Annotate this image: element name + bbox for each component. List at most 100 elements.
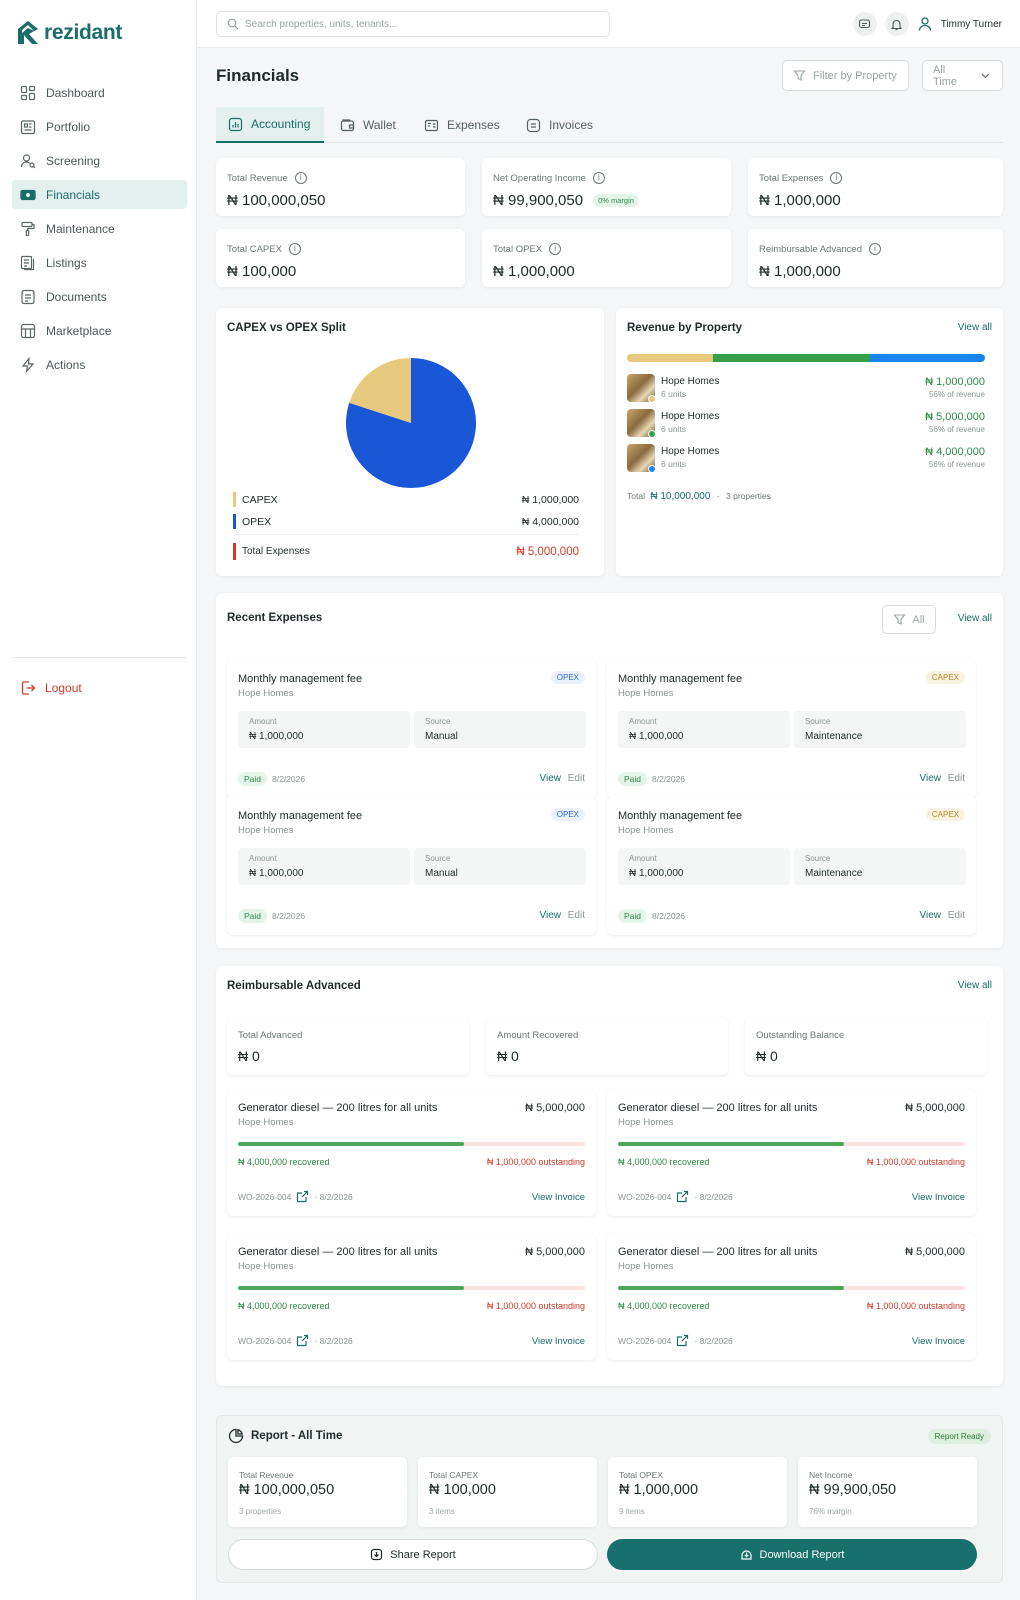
amount-value: ₦ 1,000,000 <box>629 731 684 742</box>
notifications-button[interactable] <box>884 12 909 36</box>
property-color-dot <box>648 395 656 403</box>
download-report-button[interactable]: Download Report <box>607 1539 977 1570</box>
view-invoice-link[interactable]: View Invoice <box>532 1336 585 1347</box>
logout-label: Logout <box>45 681 82 695</box>
view-link[interactable]: View <box>540 910 562 921</box>
external-link-icon[interactable] <box>676 1190 689 1203</box>
sidebar-item-listings[interactable]: Listings <box>12 248 187 277</box>
amount-label: Amount <box>249 717 277 726</box>
tab-accounting[interactable]: Accounting <box>216 107 324 143</box>
view-link[interactable]: View <box>920 910 942 921</box>
stat-label: Total Revenue <box>227 172 288 184</box>
search-input[interactable]: Search properties, units, tenants... <box>216 11 610 37</box>
sidebar-item-screening[interactable]: Screening <box>12 146 187 175</box>
reimbursable-item[interactable]: Generator diesel — 200 litres for all un… <box>227 1090 596 1216</box>
edit-link[interactable]: Edit <box>568 773 585 784</box>
recovered-amount: ₦ 4,000,000 recovered <box>618 1157 710 1167</box>
property-row[interactable]: Hope Homes 6 units ₦ 4,000,000 56% of re… <box>627 444 985 476</box>
item-title: Generator diesel — 200 litres for all un… <box>618 1246 818 1258</box>
stat-value-wrap: ₦ 99,900,050 0% margin <box>493 192 639 209</box>
view-invoice-link[interactable]: View Invoice <box>532 1192 585 1203</box>
filter-by-property-button[interactable]: Filter by Property <box>782 60 909 91</box>
sidebar-item-label: Actions <box>46 357 86 372</box>
share-icon <box>371 1548 383 1561</box>
sidebar-item-label: Listings <box>46 255 87 270</box>
recovery-progress-fill <box>238 1286 464 1290</box>
card-title: CAPEX vs OPEX Split <box>227 322 346 334</box>
report-total-capex: Total CAPEX ₦ 100,000 3 items <box>418 1457 597 1527</box>
property-units: 6 units <box>661 424 687 434</box>
amount-value: ₦ 1,000,000 <box>249 731 304 742</box>
external-link-icon[interactable] <box>676 1334 689 1347</box>
expenses-icon <box>424 119 439 131</box>
expenses-filter-button[interactable]: All <box>882 605 936 634</box>
sidebar-item-documents[interactable]: Documents <box>12 282 187 311</box>
tab-wallet[interactable]: Wallet <box>328 107 408 143</box>
report-value: ₦ 100,000,050 <box>239 1482 335 1498</box>
logout-button[interactable]: Logout <box>20 680 82 696</box>
sidebar-item-financials[interactable]: Financials <box>12 180 187 209</box>
source-label: Source <box>425 854 451 863</box>
time-filter-select[interactable]: All Time <box>922 60 1003 91</box>
summary-total-advanced: Total Advanced ₦ 0 <box>227 1018 469 1075</box>
view-link[interactable]: View <box>540 773 562 784</box>
sidebar-item-portfolio[interactable]: Portfolio <box>12 112 187 141</box>
reimbursable-item[interactable]: Generator diesel — 200 litres for all un… <box>607 1234 976 1360</box>
info-icon[interactable]: i <box>288 243 301 255</box>
view-link[interactable]: View <box>920 773 942 784</box>
expense-card[interactable]: Monthly management fee Hope Homes OPEX A… <box>227 796 596 935</box>
info-icon[interactable]: i <box>592 172 605 184</box>
view-all-link[interactable]: View all <box>958 613 992 624</box>
view-all-link[interactable]: View all <box>958 322 992 333</box>
actions-icon <box>21 356 35 373</box>
amount-box: Amount ₦ 1,000,000 <box>238 848 410 885</box>
view-invoice-link[interactable]: View Invoice <box>912 1192 965 1203</box>
view-all-link[interactable]: View all <box>958 980 992 991</box>
user-icon[interactable] <box>917 16 933 32</box>
brand-logo[interactable]: rezidant <box>16 20 122 46</box>
total-value: ₦ 10,000,000 <box>650 491 711 502</box>
edit-link[interactable]: Edit <box>948 910 965 921</box>
property-amount: ₦ 1,000,000 <box>925 376 985 388</box>
report-title: Report - All Time <box>251 1430 343 1442</box>
tab-invoices[interactable]: Invoices <box>514 107 605 143</box>
report-total-revenue: Total Revenue ₦ 100,000,050 3 properties <box>228 1457 407 1527</box>
sidebar-item-marketplace[interactable]: Marketplace <box>12 316 187 345</box>
view-invoice-link[interactable]: View Invoice <box>912 1336 965 1347</box>
item-amount: ₦ 5,000,000 <box>525 1246 585 1258</box>
messages-button[interactable] <box>852 12 877 36</box>
user-name[interactable]: Timmy Turner <box>941 19 1002 30</box>
search-placeholder: Search properties, units, tenants... <box>245 18 398 30</box>
logo-icon <box>18 21 38 44</box>
edit-link[interactable]: Edit <box>568 910 585 921</box>
total-label: Total <box>627 491 645 501</box>
expense-card[interactable]: Monthly management fee Hope Homes CAPEX … <box>607 659 976 798</box>
download-icon <box>740 1550 752 1560</box>
edit-link[interactable]: Edit <box>948 773 965 784</box>
reimbursable-item[interactable]: Generator diesel — 200 litres for all un… <box>607 1090 976 1216</box>
info-icon[interactable]: i <box>868 243 881 255</box>
share-report-button[interactable]: Share Report <box>228 1539 598 1570</box>
summary-value: ₦ 0 <box>497 1048 519 1064</box>
property-thumbnail <box>627 444 656 473</box>
sidebar-item-label: Documents <box>46 289 107 304</box>
filter-label: Filter by Property <box>813 69 897 82</box>
info-icon[interactable]: i <box>549 243 562 255</box>
property-row[interactable]: Hope Homes 6 units ₦ 1,000,000 56% of re… <box>627 374 985 406</box>
sidebar-item-maintenance[interactable]: Maintenance <box>12 214 187 243</box>
sidebar-item-dashboard[interactable]: Dashboard <box>12 78 187 107</box>
legend-label: Total Expenses <box>242 546 310 557</box>
info-icon[interactable]: i <box>294 172 307 184</box>
report-label: Total OPEX <box>619 1470 663 1480</box>
external-link-icon[interactable] <box>296 1190 309 1203</box>
property-row[interactable]: Hope Homes 6 units ₦ 5,000,000 56% of re… <box>627 409 985 441</box>
expense-card[interactable]: Monthly management fee Hope Homes CAPEX … <box>607 796 976 935</box>
external-link-icon[interactable] <box>296 1334 309 1347</box>
recovery-progress-bar <box>618 1142 965 1146</box>
reimbursable-item[interactable]: Generator diesel — 200 litres for all un… <box>227 1234 596 1360</box>
expense-card[interactable]: Monthly management fee Hope Homes OPEX A… <box>227 659 596 798</box>
stat-label: Total OPEX <box>493 243 543 255</box>
sidebar-item-actions[interactable]: Actions <box>12 350 187 379</box>
tab-expenses[interactable]: Expenses <box>412 107 512 143</box>
info-icon[interactable]: i <box>830 172 843 184</box>
